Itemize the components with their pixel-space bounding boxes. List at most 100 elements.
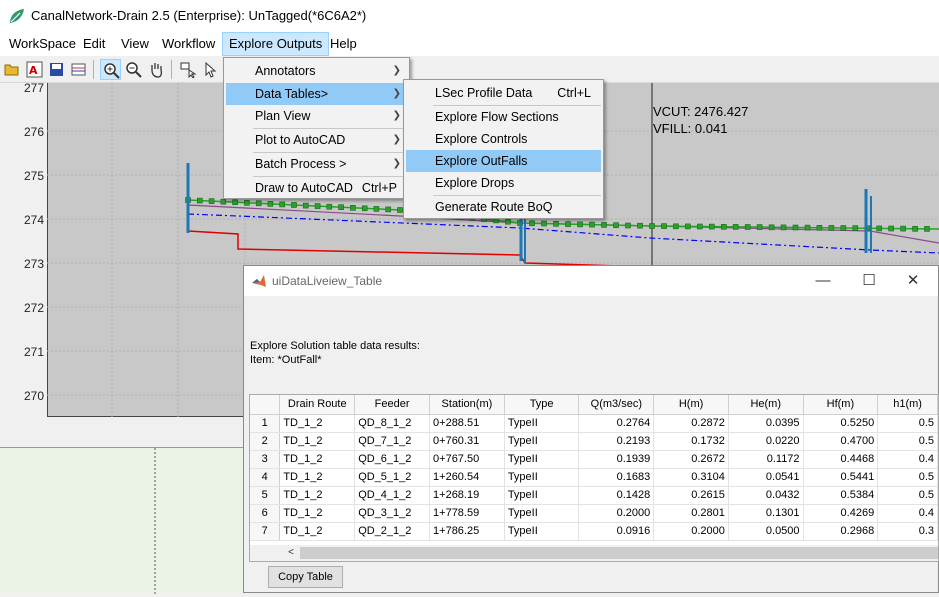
table-cell[interactable]: 0.3104 — [653, 468, 729, 487]
scroll-thumb[interactable] — [300, 547, 938, 559]
row-number[interactable]: 7 — [250, 522, 281, 541]
table-row[interactable]: 2 TD_1_2 QD_7_1_2 0+760.31 TypeII 0.2193 0.173… — [250, 432, 938, 451]
column-header[interactable]: Station(m) — [429, 395, 505, 415]
row-number[interactable]: 3 — [250, 450, 281, 469]
data-cursor-icon[interactable] — [178, 59, 199, 80]
menu-workflow[interactable]: Workflow — [156, 32, 221, 56]
outfall-table[interactable]: Drain Route Feeder Station(m) Type Q(m3/sec)… — [249, 394, 939, 562]
menu-workspace[interactable]: WorkSpace — [3, 32, 82, 56]
table-cell[interactable]: 1+786.25 — [429, 522, 505, 541]
table-cell[interactable]: 0.2615 — [653, 486, 729, 505]
maximize-button[interactable]: ☐ — [846, 266, 892, 296]
menu-edit[interactable]: Edit — [77, 32, 111, 56]
table-cell[interactable]: 0.0541 — [728, 468, 804, 487]
table-row[interactable]: 5 TD_1_2 QD_4_1_2 1+268.19 TypeII 0.1428 0.261… — [250, 486, 938, 505]
column-header[interactable]: He(m) — [728, 395, 804, 415]
close-button[interactable]: ✕ — [890, 266, 936, 296]
table-cell[interactable]: 1+268.19 — [429, 486, 505, 505]
menu-item-lsec-profile-data[interactable]: LSec Profile Data Ctrl+L — [406, 82, 601, 104]
menu-explore-outputs[interactable]: Explore Outputs — [222, 32, 330, 56]
column-header[interactable]: Q(m3/sec) — [578, 395, 655, 415]
table-cell[interactable]: TypeII — [504, 432, 580, 451]
table-row[interactable]: 7 TD_1_2 QD_2_1_2 1+786.25 TypeII 0.0916 0.200… — [250, 522, 938, 541]
table-cell[interactable]: 0.4468 — [803, 450, 879, 469]
table-row[interactable]: 1 TD_1_2 QD_8_1_2 0+288.51 TypeII 0.2764 0.287… — [250, 414, 938, 433]
table-cell[interactable]: QD_8_1_2 — [354, 414, 431, 433]
table-cell[interactable]: 0.0916 — [578, 522, 655, 541]
table-cell[interactable]: 1+778.59 — [429, 504, 505, 523]
table-cell[interactable]: 0.2000 — [578, 504, 655, 523]
table-cell[interactable]: 0.0432 — [728, 486, 804, 505]
table-cell[interactable]: 0.4269 — [803, 504, 879, 523]
row-number[interactable]: 6 — [250, 504, 281, 523]
table-icon[interactable] — [68, 59, 89, 80]
open-folder-icon[interactable] — [2, 59, 23, 80]
table-cell[interactable]: TypeII — [504, 504, 580, 523]
table-cell[interactable]: QD_3_1_2 — [354, 504, 431, 523]
table-row[interactable]: 6 TD_1_2 QD_3_1_2 1+778.59 TypeII 0.2000 0.280… — [250, 504, 938, 523]
table-cell[interactable]: 0.5 — [877, 414, 938, 433]
table-cell[interactable]: TypeII — [504, 486, 580, 505]
table-cell[interactable]: 1+260.54 — [429, 468, 505, 487]
table-cell[interactable]: QD_5_1_2 — [354, 468, 431, 487]
table-cell[interactable]: 0.1301 — [728, 504, 804, 523]
menu-item-explore-outfalls[interactable]: Explore OutFalls — [406, 150, 601, 172]
table-cell[interactable]: 0.2672 — [653, 450, 729, 469]
table-cell[interactable]: TypeII — [504, 450, 580, 469]
table-cell[interactable]: 0.2801 — [653, 504, 729, 523]
menu-item-data-tables[interactable]: Data Tables> ❯ — [226, 83, 407, 105]
table-cell[interactable]: 0.2872 — [653, 414, 729, 433]
menu-view[interactable]: View — [115, 32, 155, 56]
table-cell[interactable]: TypeII — [504, 414, 580, 433]
row-number[interactable]: 5 — [250, 486, 281, 505]
table-cell[interactable]: 0.2000 — [653, 522, 729, 541]
table-row[interactable]: 3 TD_1_2 QD_6_1_2 0+767.50 TypeII 0.1939 0.267… — [250, 450, 938, 469]
table-cell[interactable]: QD_4_1_2 — [354, 486, 431, 505]
table-cell[interactable]: 0.4700 — [803, 432, 879, 451]
column-header[interactable]: h1(m) — [877, 395, 938, 415]
table-cell[interactable]: 0.5 — [877, 468, 938, 487]
scroll-left-icon[interactable]: < — [284, 545, 298, 561]
menu-item-explore-controls[interactable]: Explore Controls — [406, 128, 601, 150]
menu-item-annotators[interactable]: Annotators ❯ — [226, 60, 407, 82]
table-cell[interactable]: 0+767.50 — [429, 450, 505, 469]
column-header[interactable]: Drain Route — [279, 395, 356, 415]
table-cell[interactable]: TD_1_2 — [279, 450, 356, 469]
row-number[interactable]: 4 — [250, 468, 281, 487]
column-header[interactable]: Hf(m) — [803, 395, 879, 415]
menu-help[interactable]: Help — [324, 32, 363, 56]
pointer-icon[interactable] — [201, 59, 222, 80]
table-cell[interactable]: 0.5250 — [803, 414, 879, 433]
table-cell[interactable]: TD_1_2 — [279, 504, 356, 523]
horizontal-scrollbar[interactable]: < — [250, 545, 938, 561]
menu-item-explore-flow-sections[interactable]: Explore Flow Sections — [406, 106, 601, 128]
table-cell[interactable]: TypeII — [504, 522, 580, 541]
menu-item-batch-process[interactable]: Batch Process > ❯ — [226, 153, 407, 175]
zoom-out-icon[interactable] — [123, 59, 144, 80]
row-number[interactable]: 1 — [250, 414, 281, 433]
table-cell[interactable]: 0.5 — [877, 486, 938, 505]
table-cell[interactable]: 0.2193 — [578, 432, 655, 451]
table-cell[interactable]: 0.4 — [877, 450, 938, 469]
table-cell[interactable]: QD_6_1_2 — [354, 450, 431, 469]
table-cell[interactable]: 0+288.51 — [429, 414, 505, 433]
menu-item-explore-drops[interactable]: Explore Drops — [406, 172, 601, 194]
table-cell[interactable]: TD_1_2 — [279, 414, 356, 433]
table-cell[interactable]: 0.3 — [877, 522, 938, 541]
minimize-button[interactable]: — — [800, 266, 846, 296]
table-cell[interactable]: 0.1939 — [578, 450, 655, 469]
table-cell[interactable]: QD_2_1_2 — [354, 522, 431, 541]
table-cell[interactable]: 0.1172 — [728, 450, 804, 469]
menu-item-generate-route-boq[interactable]: Generate Route BoQ — [406, 196, 601, 218]
table-cell[interactable]: TypeII — [504, 468, 580, 487]
table-cell[interactable]: 0.0500 — [728, 522, 804, 541]
column-header[interactable]: H(m) — [653, 395, 729, 415]
table-cell[interactable]: 0.2968 — [803, 522, 879, 541]
plan-mini-view[interactable] — [0, 447, 244, 594]
table-cell[interactable]: 0+760.31 — [429, 432, 505, 451]
table-cell[interactable]: 0.1428 — [578, 486, 655, 505]
table-cell[interactable]: 0.5441 — [803, 468, 879, 487]
table-cell[interactable]: TD_1_2 — [279, 486, 356, 505]
table-cell[interactable]: TD_1_2 — [279, 468, 356, 487]
pan-hand-icon[interactable] — [146, 59, 167, 80]
